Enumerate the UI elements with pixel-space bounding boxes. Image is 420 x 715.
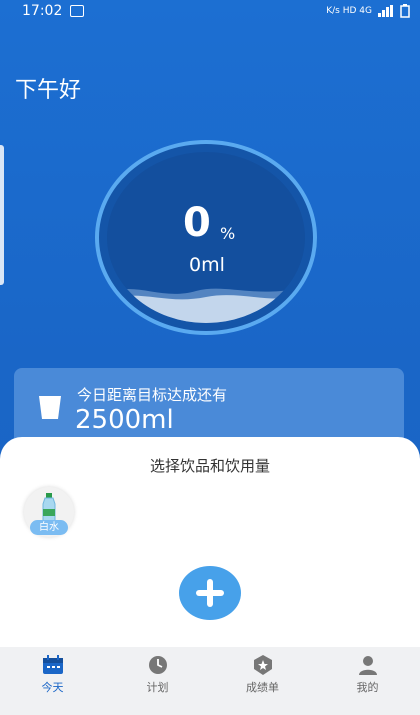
bottom-nav: 今天 计划 成绩单 我的 [0, 647, 420, 715]
progress-percent: 0 [183, 200, 211, 246]
percent-sign: % [220, 224, 236, 243]
badge-icon [253, 655, 272, 675]
progress-volume: 0ml [189, 254, 225, 276]
greeting-title: 下午好 [15, 78, 82, 103]
nav-label-report: 成绩单 [246, 681, 279, 694]
goal-remaining: 2500ml [75, 405, 174, 435]
calendar-icon [42, 655, 63, 674]
clock-icon [148, 656, 167, 674]
image-icon [70, 5, 84, 17]
status-time: 17:02 [22, 3, 63, 19]
nav-item-plan[interactable]: 计划 [105, 647, 210, 715]
status-indicators: K/s HD 4G [326, 4, 410, 18]
battery-icon [400, 4, 410, 18]
nav-label-mine: 我的 [356, 681, 379, 694]
status-indicator-text: K/s HD 4G [326, 6, 372, 16]
nav-item-report[interactable]: 成绩单 [210, 647, 315, 715]
water-wave [107, 287, 305, 323]
nav-item-mine[interactable]: 我的 [315, 647, 420, 715]
signal-icon [378, 5, 393, 17]
nav-item-today[interactable]: 今天 [0, 647, 105, 715]
drink-label[interactable]: 白水 [30, 520, 68, 535]
add-drink-button[interactable] [179, 566, 241, 620]
nav-label-today: 今天 [41, 681, 64, 694]
side-drawer-handle[interactable] [0, 145, 4, 285]
plus-icon-vertical [207, 579, 213, 607]
user-icon [358, 656, 377, 675]
goal-label: 今日距离目标达成还有 [77, 386, 228, 404]
nav-label-plan: 计划 [146, 681, 169, 694]
goal-card [14, 368, 404, 448]
cup-icon [39, 396, 61, 419]
status-bar: 17:02 K/s HD 4G [0, 0, 420, 24]
sheet-title: 选择饮品和饮用量 [149, 457, 270, 475]
